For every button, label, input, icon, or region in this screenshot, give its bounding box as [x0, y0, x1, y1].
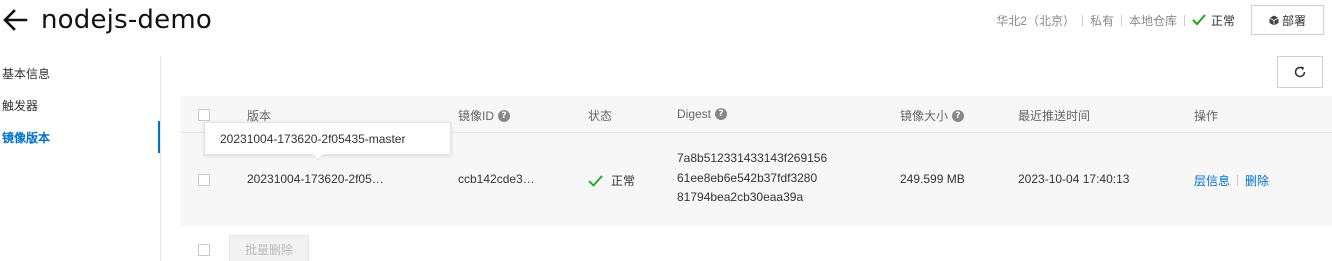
repo-status: 正常: [1192, 12, 1235, 29]
arrow-left-icon[interactable]: [2, 7, 28, 33]
deploy-button[interactable]: 部署: [1251, 5, 1324, 35]
batch-delete-button[interactable]: 批量删除: [229, 235, 309, 261]
visibility-label: 私有: [1089, 13, 1114, 28]
sidebar-item-triggers[interactable]: 触发器: [2, 97, 38, 114]
status-cell: 正常: [588, 172, 635, 189]
sidebar-item-image-versions[interactable]: 镜像版本: [2, 129, 50, 146]
digest-line: 61ee8eb6e542b37fdf3280: [677, 170, 818, 185]
column-header-image-id: 镜像ID?: [458, 107, 511, 124]
cube-icon: [1269, 15, 1279, 25]
page-header: nodejs-demo 华北2（北京） 私有 本地仓库 正常 部署: [0, 0, 1332, 44]
tooltip-text: 20231004-173620-2f05435-master: [220, 131, 406, 146]
column-label: Digest: [677, 107, 712, 121]
digest-line: 7a8b512331433143f269156: [677, 151, 828, 165]
row-checkbox[interactable]: [198, 174, 210, 186]
image-id-cell[interactable]: ccb142cde3…: [458, 172, 535, 186]
select-all-checkbox[interactable]: [198, 109, 210, 121]
sidebar-active-indicator: [158, 121, 160, 153]
question-circle-icon[interactable]: ?: [952, 109, 965, 122]
sidebar-nav: [0, 56, 161, 261]
question-circle-icon[interactable]: ?: [715, 108, 728, 120]
check-icon: [1192, 14, 1206, 26]
layer-info-link[interactable]: 层信息: [1194, 174, 1230, 188]
status-label: 正常: [611, 174, 636, 188]
digest-cell: 7a8b512331433143f269156 61ee8eb6e542b37f…: [677, 149, 827, 208]
repo-status-label: 正常: [1210, 13, 1235, 28]
divider: [1120, 14, 1122, 26]
column-header-size: 镜像大小?: [900, 107, 965, 124]
actions-cell: 层信息 删除: [1194, 172, 1269, 189]
tooltip-arrow: [312, 154, 324, 161]
version-cell[interactable]: 20231004-173620-2f05…: [247, 172, 384, 186]
column-label: 最近推送时间: [1018, 109, 1091, 123]
deploy-label: 部署: [1281, 13, 1306, 28]
batch-select-checkbox[interactable]: [198, 244, 210, 256]
digest-line: 81794bea2cb30eaa39a: [677, 190, 804, 204]
divider: [1237, 175, 1239, 186]
region-label: 华北2（北京）: [996, 13, 1075, 28]
repo-type-label: 本地仓库: [1128, 13, 1177, 28]
column-label: 镜像ID: [458, 109, 495, 123]
sidebar-item-basic-info[interactable]: 基本信息: [2, 65, 50, 82]
delete-link[interactable]: 删除: [1245, 174, 1269, 188]
refresh-button[interactable]: [1277, 56, 1323, 88]
column-label: 操作: [1194, 109, 1219, 123]
column-header-digest: Digest?: [677, 107, 728, 121]
last-push-cell: 2023-10-04 17:40:13: [1018, 172, 1130, 186]
column-header-last-push: 最近推送时间: [1018, 107, 1090, 124]
page-title: nodejs-demo: [41, 5, 212, 35]
repo-meta: 华北2（北京） 私有 本地仓库 正常: [996, 11, 1235, 29]
column-label: 状态: [588, 109, 613, 123]
column-header-status: 状态: [588, 107, 612, 124]
size-cell: 249.599 MB: [900, 172, 965, 186]
divider: [1183, 14, 1185, 26]
divider: [1081, 14, 1083, 26]
column-header-actions: 操作: [1194, 107, 1218, 124]
question-circle-icon[interactable]: ?: [498, 109, 511, 122]
version-tooltip: 20231004-173620-2f05435-master: [204, 122, 451, 155]
column-label: 镜像大小: [900, 109, 949, 123]
image-versions-table: 版本 镜像ID? 状态 Digest? 镜像大小? 最近推送时间 操作 2023…: [181, 96, 1332, 226]
refresh-icon: [1294, 66, 1306, 78]
check-icon: [588, 174, 603, 187]
